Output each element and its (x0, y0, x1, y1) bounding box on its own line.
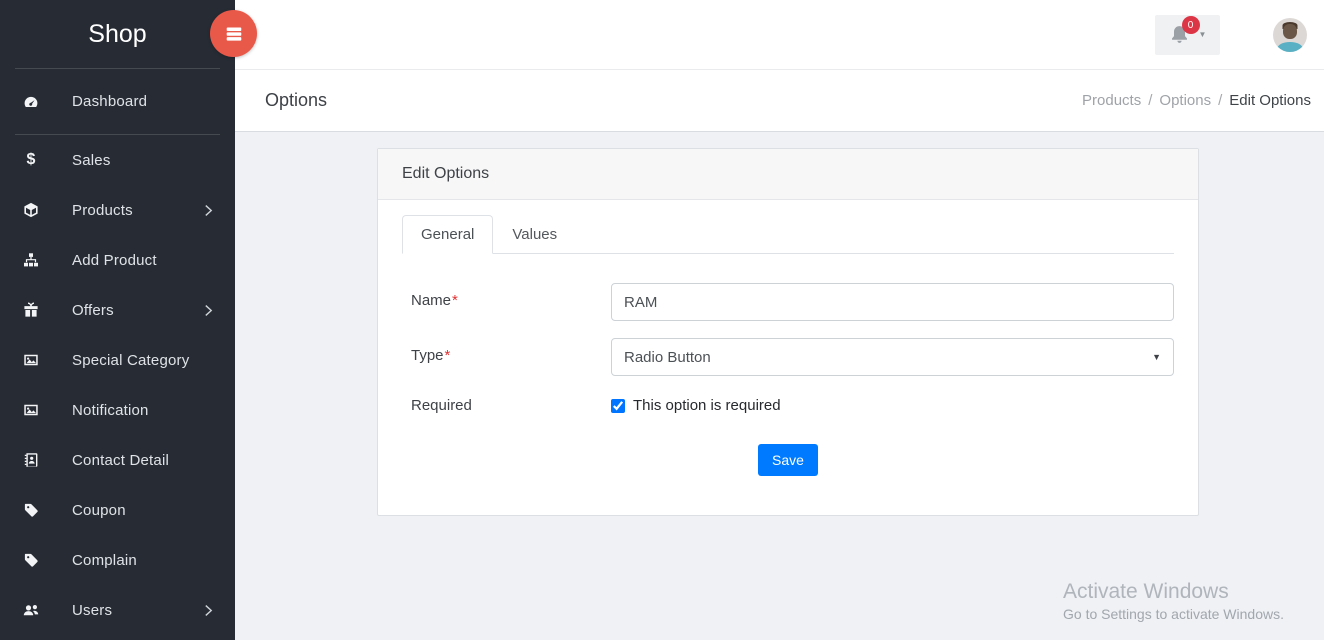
chevron-right-icon (204, 204, 213, 217)
tab-general[interactable]: General (402, 215, 493, 254)
required-label: Required (402, 397, 611, 414)
sidebar-item-label: Complain (72, 552, 137, 569)
sidebar-item-label: Notification (72, 402, 149, 419)
sidebar-item-users[interactable]: Users (0, 585, 235, 635)
tag-icon (22, 552, 40, 569)
notification-badge: 0 (1182, 16, 1200, 34)
type-label: Type* (402, 338, 611, 364)
bell-icon: 0 (1169, 24, 1190, 45)
dashboard-icon (22, 93, 40, 110)
tag-icon (22, 502, 40, 519)
breadcrumb-item-products[interactable]: Products (1082, 92, 1141, 109)
sidebar-item-coupon[interactable]: Coupon (0, 485, 235, 535)
edit-option-form: Name* Type* Radio Button ▼ (402, 254, 1174, 515)
address-book-icon (22, 452, 40, 469)
breadcrumb: Products / Options / Edit Options (1082, 92, 1311, 109)
sidebar-item-label: Add Product (72, 252, 157, 269)
chevron-right-icon (204, 304, 213, 317)
breadcrumb-item-edit-options: Edit Options (1229, 92, 1311, 109)
image-icon (22, 402, 40, 419)
tab-bar: General Values (402, 215, 1174, 254)
dollar-icon: $ (22, 152, 40, 169)
sidebar-item-label: Sales (72, 152, 111, 169)
page-bar: Options Products / Options / Edit Option… (235, 70, 1324, 132)
tab-values[interactable]: Values (493, 215, 576, 254)
main-content: Edit Options General Values Name* T (235, 132, 1324, 640)
sidebar-item-dashboard[interactable]: Dashboard (0, 69, 235, 134)
breadcrumb-item-options[interactable]: Options (1159, 92, 1211, 109)
sidebar-item-contact-detail[interactable]: Contact Detail (0, 435, 235, 485)
sidebar-item-notification[interactable]: Notification (0, 385, 235, 435)
sidebar-item-special-category[interactable]: Special Category (0, 335, 235, 385)
page-title: Options (265, 90, 327, 111)
sidebar-item-sales[interactable]: $ Sales (0, 135, 235, 185)
gift-icon (22, 302, 40, 319)
card-title: Edit Options (378, 149, 1198, 200)
sidebar-item-label: Products (72, 202, 133, 219)
top-header: 0 ▼ (235, 0, 1324, 70)
sidebar-item-offers[interactable]: Offers (0, 285, 235, 335)
required-asterisk: * (452, 292, 458, 309)
name-label: Name* (402, 283, 611, 309)
required-row: Required This option is required (402, 397, 1174, 414)
sidebar: Shop Dashboard $ Sales Products Add Prod… (0, 0, 235, 640)
breadcrumb-separator: / (1148, 92, 1152, 109)
breadcrumb-separator: / (1218, 92, 1222, 109)
type-select[interactable]: Radio Button (611, 338, 1174, 376)
sidebar-item-label: Special Category (72, 352, 189, 369)
sidebar-item-label: Dashboard (72, 93, 147, 110)
caret-down-icon: ▼ (1199, 30, 1207, 39)
edit-options-card: Edit Options General Values Name* T (377, 148, 1199, 516)
add-product-icon (22, 252, 40, 269)
list-icon (223, 23, 245, 45)
sidebar-item-products[interactable]: Products (0, 185, 235, 235)
save-button[interactable]: Save (758, 444, 818, 476)
name-input[interactable] (611, 283, 1174, 321)
image-icon (22, 352, 40, 369)
sidebar-item-complain[interactable]: Complain (0, 535, 235, 585)
type-row: Type* Radio Button ▼ (402, 338, 1174, 376)
app-title: Shop (0, 0, 235, 68)
sidebar-item-label: Contact Detail (72, 452, 169, 469)
required-asterisk: * (445, 347, 451, 364)
name-row: Name* (402, 283, 1174, 321)
cube-icon (22, 202, 40, 219)
card-body: General Values Name* Type* (378, 200, 1198, 515)
chevron-right-icon (204, 604, 213, 617)
user-avatar[interactable] (1273, 18, 1307, 52)
required-checkbox-label[interactable]: This option is required (633, 397, 781, 414)
users-icon (22, 602, 40, 619)
sidebar-item-add-product[interactable]: Add Product (0, 235, 235, 285)
sidebar-item-label: Users (72, 602, 112, 619)
sidebar-nav: Dashboard $ Sales Products Add Product O… (0, 69, 235, 635)
sidebar-item-label: Offers (72, 302, 114, 319)
notifications-dropdown[interactable]: 0 ▼ (1155, 15, 1220, 55)
sidebar-toggle-button[interactable] (210, 10, 257, 57)
sidebar-item-label: Coupon (72, 502, 126, 519)
required-checkbox[interactable] (611, 399, 625, 413)
